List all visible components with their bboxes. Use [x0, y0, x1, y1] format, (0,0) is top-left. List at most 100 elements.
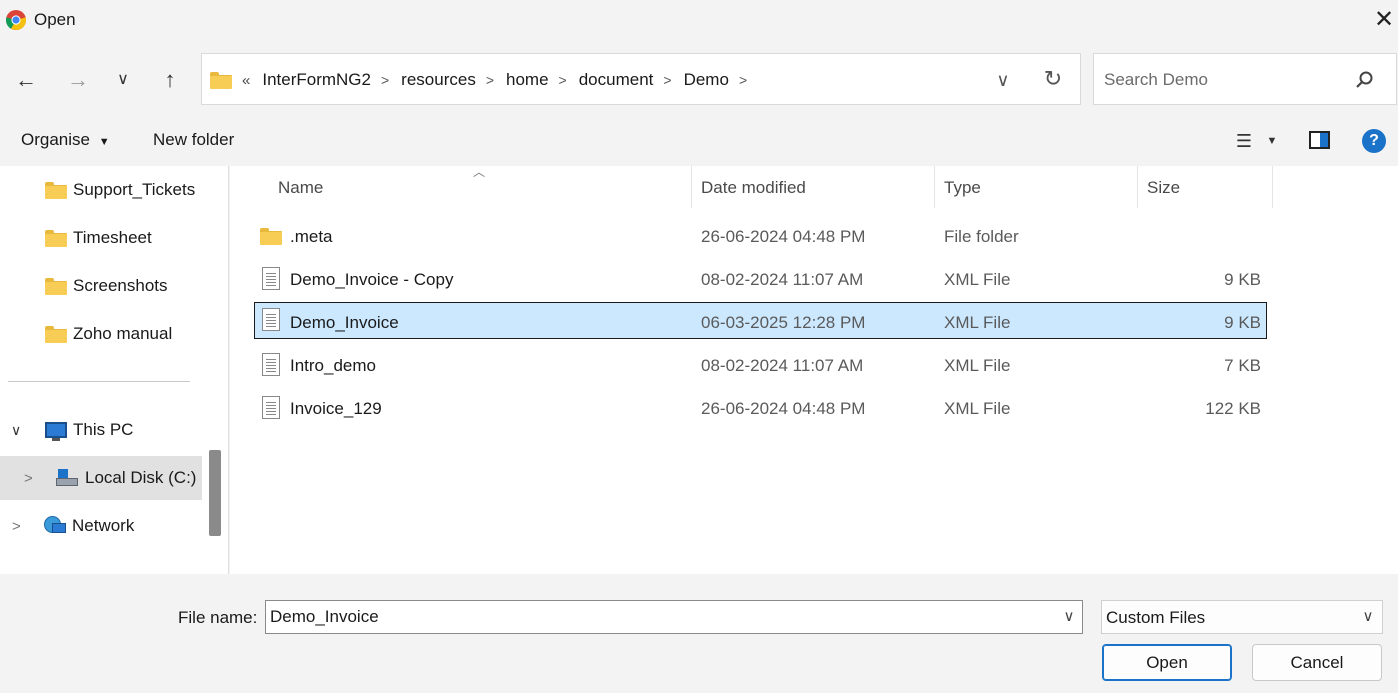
column-header-type[interactable]: Type: [944, 178, 981, 198]
address-history-chevron-icon[interactable]: ∨: [988, 66, 1018, 94]
file-type: XML File: [944, 399, 1011, 418]
file-type: XML File: [944, 356, 1011, 375]
column-divider[interactable]: [1272, 166, 1273, 208]
organise-menu[interactable]: Organise ▼: [21, 130, 110, 150]
document-icon: [262, 353, 280, 376]
file-name: Demo_Invoice: [290, 313, 399, 332]
breadcrumb: « InterFormNG2 > resources > home > documen…: [210, 68, 759, 92]
sidebar-item-local-disk[interactable]: > Local Disk (C:): [0, 456, 202, 500]
caret-down-icon[interactable]: ▼: [1262, 128, 1282, 154]
breadcrumb-item[interactable]: home: [506, 70, 549, 90]
sidebar-item-label: Local Disk (C:): [85, 468, 197, 487]
breadcrumb-item[interactable]: InterFormNG2: [262, 70, 371, 90]
document-icon: [262, 267, 280, 290]
help-icon[interactable]: ?: [1362, 129, 1386, 153]
sort-ascending-icon: ︿: [473, 165, 486, 179]
chevron-right-icon[interactable]: >: [486, 72, 494, 88]
file-date: 08-02-2024 11:07 AM: [701, 270, 864, 289]
preview-pane-icon[interactable]: [1309, 131, 1330, 149]
column-divider[interactable]: [691, 166, 692, 208]
title-bar: [0, 0, 1398, 42]
folder-icon: [210, 71, 232, 89]
file-name-label: File name:: [178, 608, 258, 627]
chevron-right-icon[interactable]: >: [12, 518, 34, 535]
computer-icon: [45, 422, 67, 441]
arrow-up-icon[interactable]: ↑: [152, 62, 188, 98]
arrow-left-icon[interactable]: ←: [8, 62, 44, 98]
list-view-icon[interactable]: ☰: [1230, 128, 1258, 154]
file-type-filter-select[interactable]: Custom Files: [1101, 600, 1383, 634]
document-icon: [262, 396, 280, 419]
sidebar-item-label: Screenshots: [73, 276, 168, 295]
file-size: 7 KB: [1224, 356, 1261, 375]
file-row[interactable]: .meta 26-06-2024 04:48 PM File folder: [254, 218, 1267, 255]
file-date: 08-02-2024 11:07 AM: [701, 356, 864, 375]
column-divider[interactable]: [934, 166, 935, 208]
file-size: 122 KB: [1205, 399, 1261, 418]
breadcrumb-item[interactable]: resources: [401, 70, 476, 90]
chevron-down-icon[interactable]: ∨: [1357, 605, 1379, 629]
chevron-right-icon[interactable]: >: [663, 72, 671, 88]
file-size: 9 KB: [1224, 270, 1261, 289]
window-title: Open: [34, 10, 76, 29]
column-divider[interactable]: [1137, 166, 1138, 208]
chevron-down-icon[interactable]: ∨: [11, 422, 33, 439]
chevron-down-icon[interactable]: ∨: [105, 62, 141, 98]
file-date: 06-03-2025 12:28 PM: [701, 313, 866, 332]
chrome-icon: [5, 10, 27, 31]
folder-icon: [45, 325, 67, 343]
column-header-name[interactable]: Name: [278, 178, 323, 198]
file-name: Demo_Invoice - Copy: [290, 270, 454, 289]
chevron-down-icon[interactable]: ∨: [1058, 605, 1080, 629]
file-type: File folder: [944, 227, 1019, 246]
scrollbar-thumb[interactable]: [209, 450, 221, 536]
new-folder-button[interactable]: New folder: [153, 130, 234, 150]
file-row[interactable]: Demo_Invoice - Copy 08-02-2024 11:07 AM …: [254, 261, 1267, 298]
chevron-right-icon[interactable]: >: [24, 470, 46, 487]
file-row[interactable]: Intro_demo 08-02-2024 11:07 AM XML File …: [254, 347, 1267, 384]
column-header-size[interactable]: Size: [1147, 178, 1180, 198]
file-row[interactable]: Invoice_129 26-06-2024 04:48 PM XML File…: [254, 390, 1267, 427]
chevron-right-icon[interactable]: >: [559, 72, 567, 88]
folder-icon: [45, 181, 67, 199]
file-row-selected[interactable]: Demo_Invoice 06-03-2025 12:28 PM XML Fil…: [254, 302, 1267, 339]
breadcrumb-item[interactable]: document: [579, 70, 654, 90]
sidebar-item-timesheet[interactable]: Timesheet: [0, 216, 202, 260]
drive-icon: [56, 469, 78, 487]
sidebar-item-support-tickets[interactable]: Support_Tickets: [0, 168, 202, 212]
folder-icon: [45, 229, 67, 247]
file-date: 26-06-2024 04:48 PM: [701, 399, 866, 418]
search-icon[interactable]: [1352, 68, 1376, 92]
sidebar-item-zoho-manual[interactable]: Zoho manual: [0, 312, 202, 356]
sidebar-item-label: Network: [72, 516, 135, 535]
organise-label: Organise: [21, 130, 90, 149]
sidebar-item-label: Support_Tickets: [73, 180, 196, 199]
breadcrumb-item[interactable]: Demo: [684, 70, 729, 90]
cancel-button[interactable]: Cancel: [1252, 644, 1382, 681]
folder-icon: [260, 228, 282, 245]
file-size: 9 KB: [1224, 313, 1261, 332]
close-icon[interactable]: ✕: [1370, 6, 1398, 34]
file-date: 26-06-2024 04:48 PM: [701, 227, 866, 246]
column-header-date[interactable]: Date modified: [701, 178, 806, 198]
sidebar-item-screenshots[interactable]: Screenshots: [0, 264, 202, 308]
file-name: Invoice_129: [290, 399, 382, 418]
caret-down-icon: ▼: [98, 136, 110, 148]
chevron-right-icon[interactable]: >: [739, 72, 747, 88]
file-type: XML File: [944, 313, 1011, 332]
file-type: XML File: [944, 270, 1011, 289]
sidebar-item-this-pc[interactable]: ∨ This PC: [0, 408, 202, 452]
search-placeholder: Search Demo: [1104, 70, 1208, 89]
refresh-icon[interactable]: ↻: [1038, 64, 1068, 94]
open-button[interactable]: Open: [1102, 644, 1232, 681]
sidebar-item-network[interactable]: > Network: [0, 504, 202, 548]
sidebar-item-label: Timesheet: [73, 228, 152, 247]
file-name-input[interactable]: [265, 600, 1083, 634]
network-icon: [44, 516, 66, 536]
chevron-right-icon[interactable]: >: [381, 72, 389, 88]
document-icon: [262, 308, 280, 331]
arrow-right-icon[interactable]: →: [60, 62, 96, 98]
divider: [8, 381, 190, 382]
overflow-chevron[interactable]: «: [242, 72, 250, 89]
sidebar-item-label: This PC: [73, 420, 134, 439]
